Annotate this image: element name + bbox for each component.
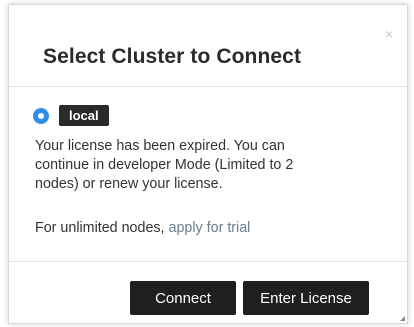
dialog-footer [9, 261, 407, 262]
license-expired-message: Your license has been expired. You can c… [35, 138, 294, 192]
dialog-title: Select Cluster to Connect [43, 45, 302, 68]
resize-grip-icon[interactable] [400, 316, 405, 321]
trial-line: For unlimited nodes, apply for trial [35, 219, 250, 238]
connect-button[interactable]: Connect [130, 281, 236, 315]
cluster-select-dialog: Select Cluster to Connect × local Your l… [8, 4, 408, 324]
radio-selected-icon[interactable] [33, 107, 49, 124]
apply-for-trial-link[interactable]: apply for trial [169, 220, 251, 236]
cluster-option-local[interactable]: local [33, 105, 109, 126]
cluster-name-badge: local [59, 105, 109, 126]
enter-license-button[interactable]: Enter License [243, 281, 369, 315]
trial-prefix-text: For unlimited nodes, [35, 220, 169, 236]
close-icon[interactable]: × [385, 27, 393, 41]
dialog-header: Select Cluster to Connect × [9, 5, 407, 87]
